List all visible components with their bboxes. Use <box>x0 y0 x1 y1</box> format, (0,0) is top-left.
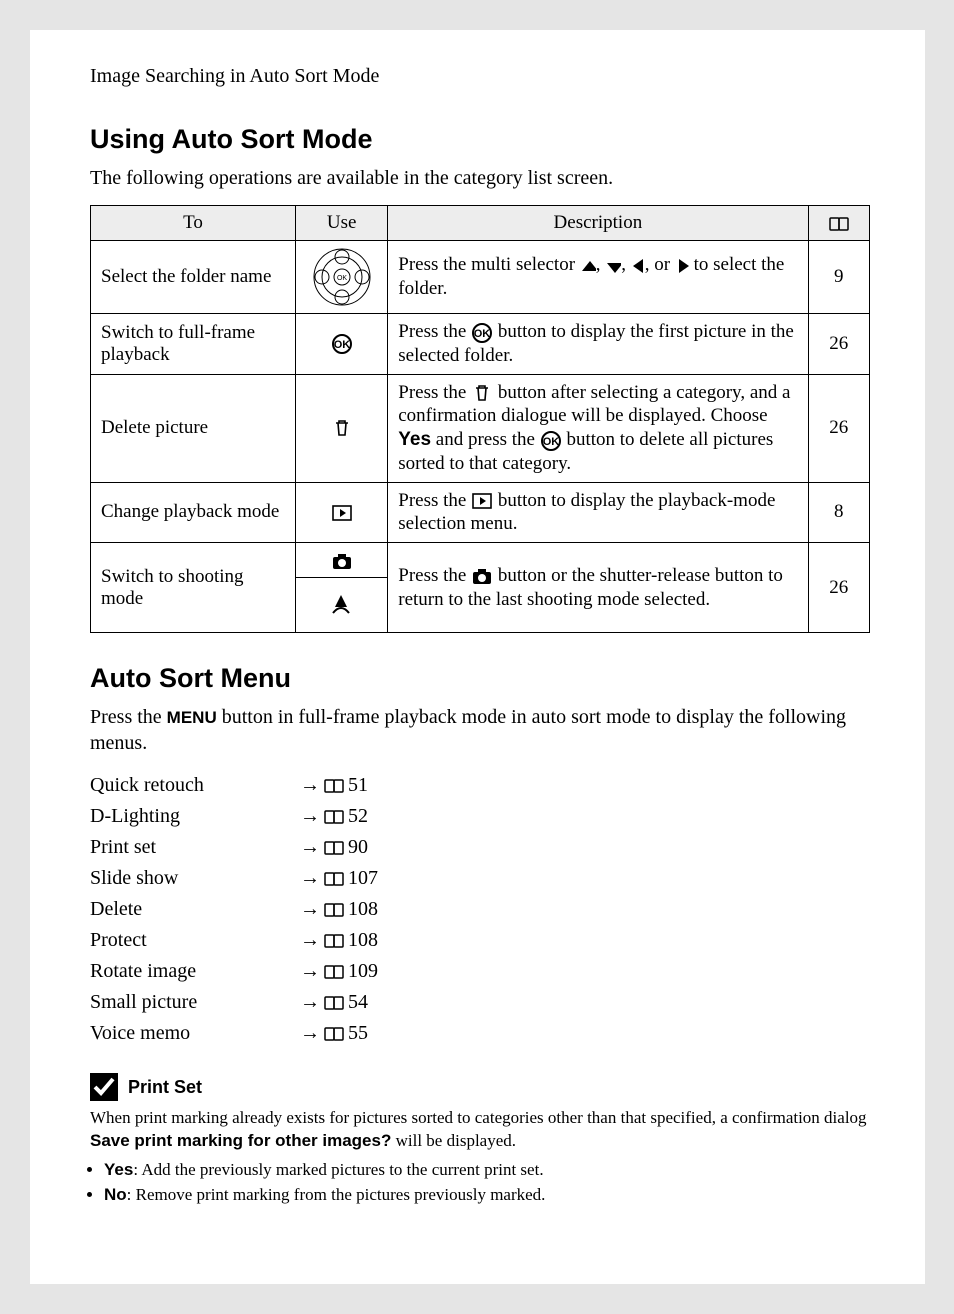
cell-ref: 26 <box>808 543 870 633</box>
menu-item: D-Lighting→ 52 <box>90 801 870 832</box>
menu-item-label: Voice memo <box>90 1018 300 1049</box>
menu-item: Quick retouch→ 51 <box>90 770 870 801</box>
table-row: Delete picture Press the button after se… <box>91 374 870 482</box>
cell-to: Change playback mode <box>91 482 296 543</box>
book-icon <box>324 870 344 888</box>
cell-to: Select the folder name <box>91 241 296 314</box>
menu-item-ref: → 52 <box>300 801 368 832</box>
book-icon <box>324 932 344 950</box>
camera-icon <box>471 566 493 586</box>
cell-use <box>296 543 388 578</box>
menu-list: Quick retouch→ 51D-Lighting→ 52Print set… <box>90 770 870 1049</box>
menu-item-label: Print set <box>90 832 300 863</box>
note-body: When print marking already exists for pi… <box>90 1107 870 1207</box>
cell-use <box>296 374 388 482</box>
cell-ref: 26 <box>808 314 870 375</box>
cell-desc: Press the button to display the first pi… <box>388 314 808 375</box>
intro-text-2: Press the MENU button in full-frame play… <box>90 704 870 756</box>
menu-item-label: Delete <box>90 894 300 925</box>
right-icon <box>675 258 689 274</box>
cell-to: Delete picture <box>91 374 296 482</box>
ok-icon <box>471 322 493 344</box>
book-icon <box>324 994 344 1012</box>
play-box-icon <box>331 503 353 523</box>
breadcrumb: Image Searching in Auto Sort Mode <box>90 65 870 88</box>
check-box-icon <box>90 1073 118 1101</box>
table-row: Select the folder name Press the multi s… <box>91 241 870 314</box>
menu-button-label: MENU <box>167 708 217 727</box>
note-list-item: Yes: Add the previously marked pictures … <box>104 1159 870 1182</box>
menu-item: Delete→ 108 <box>90 894 870 925</box>
menu-item-label: Rotate image <box>90 956 300 987</box>
cell-desc: Press the multi selector , , , or to sel… <box>388 241 808 314</box>
cell-use <box>296 482 388 543</box>
menu-item-label: Slide show <box>90 863 300 894</box>
operations-table: To Use Description Select the folder nam… <box>90 205 870 633</box>
left-icon <box>631 258 645 274</box>
menu-item-ref: → 90 <box>300 832 368 863</box>
cell-desc: Press the button to display the playback… <box>388 482 808 543</box>
cell-ref: 26 <box>808 374 870 482</box>
heading-auto-sort-menu: Auto Sort Menu <box>90 663 870 694</box>
play-box-icon <box>471 491 493 511</box>
menu-item-ref: → 55 <box>300 1018 368 1049</box>
cell-use <box>296 241 388 314</box>
menu-item: Print set→ 90 <box>90 832 870 863</box>
menu-item: Small picture→ 54 <box>90 987 870 1018</box>
intro-text-1: The following operations are available i… <box>90 165 870 191</box>
menu-item: Slide show→ 107 <box>90 863 870 894</box>
trash-icon <box>471 382 493 404</box>
menu-item-ref: → 108 <box>300 925 378 956</box>
cell-use <box>296 578 388 633</box>
menu-item-ref: → 51 <box>300 770 368 801</box>
down-icon <box>605 259 621 273</box>
cell-ref: 8 <box>808 482 870 543</box>
menu-item-ref: → 109 <box>300 956 378 987</box>
menu-item-ref: → 107 <box>300 863 378 894</box>
book-icon <box>324 1025 344 1043</box>
table-row: Change playback mode Press the button to… <box>91 482 870 543</box>
col-to: To <box>91 206 296 241</box>
cell-desc: Press the button or the shutter-release … <box>388 543 808 633</box>
up-icon <box>580 259 596 273</box>
multi-selector-icon <box>312 247 372 307</box>
ok-icon <box>540 430 562 452</box>
note-title: Print Set <box>128 1077 202 1098</box>
trash-icon <box>331 417 353 439</box>
book-icon <box>324 808 344 826</box>
cell-to: Switch to full-frame playback <box>91 314 296 375</box>
cell-to: Switch to shooting mode <box>91 543 296 633</box>
cell-desc: Press the button after selecting a categ… <box>388 374 808 482</box>
col-desc: Description <box>388 206 808 241</box>
menu-item-ref: → 108 <box>300 894 378 925</box>
col-use: Use <box>296 206 388 241</box>
book-icon <box>324 839 344 857</box>
menu-item-ref: → 54 <box>300 987 368 1018</box>
note-list-item: No: Remove print marking from the pictur… <box>104 1184 870 1207</box>
menu-item: Voice memo→ 55 <box>90 1018 870 1049</box>
book-icon <box>829 215 849 233</box>
menu-item-label: Small picture <box>90 987 300 1018</box>
camera-icon <box>331 551 353 571</box>
cell-ref: 9 <box>808 241 870 314</box>
book-icon <box>324 777 344 795</box>
book-icon <box>324 963 344 981</box>
note-header: Print Set <box>90 1073 870 1101</box>
book-icon <box>324 901 344 919</box>
table-row: Switch to full-frame playback Press the … <box>91 314 870 375</box>
menu-item-label: Protect <box>90 925 300 956</box>
menu-item-label: D-Lighting <box>90 801 300 832</box>
menu-item-label: Quick retouch <box>90 770 300 801</box>
table-row: Switch to shooting mode Press the button… <box>91 543 870 578</box>
heading-using-auto-sort: Using Auto Sort Mode <box>90 124 870 155</box>
shutter-icon <box>331 593 353 617</box>
col-ref <box>808 206 870 241</box>
cell-use <box>296 314 388 375</box>
menu-item: Rotate image→ 109 <box>90 956 870 987</box>
ok-icon <box>331 333 353 355</box>
menu-item: Protect→ 108 <box>90 925 870 956</box>
